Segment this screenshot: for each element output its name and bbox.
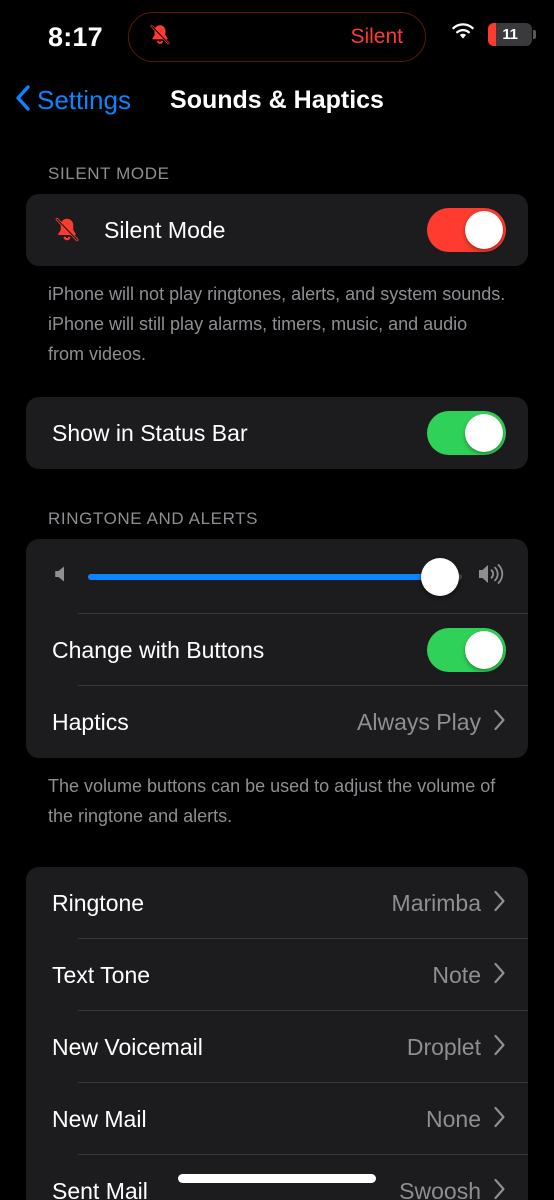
footer-silent-mode: iPhone will not play ringtones, alerts, … <box>48 279 506 369</box>
row-value-group: Swoosh <box>399 1178 506 1200</box>
page-title: Sounds & Haptics <box>0 76 554 124</box>
battery-indicator: 11 <box>488 23 532 46</box>
row-value-group: Marimba <box>392 890 506 917</box>
section-header-silent-mode: SILENT MODE <box>48 164 554 184</box>
row-value: Swoosh <box>399 1178 481 1200</box>
toggle-silent-mode[interactable] <box>427 208 506 252</box>
row-value-group: None <box>426 1106 506 1133</box>
row-value: None <box>426 1106 481 1133</box>
toggle-knob <box>465 414 503 452</box>
row-change-with-buttons[interactable]: Change with Buttons <box>26 614 528 686</box>
row-label-silent-mode: Silent Mode <box>104 217 427 244</box>
bell-slash-icon <box>52 215 104 245</box>
section-header-ringtone-alerts: RINGTONE AND ALERTS <box>48 509 554 529</box>
battery-low-fill <box>488 23 496 46</box>
row-label: New Mail <box>52 1106 426 1133</box>
row-sound-new-voicemail[interactable]: New VoicemailDroplet <box>26 1011 528 1083</box>
row-value-group: Note <box>432 962 506 989</box>
status-bar: 8:17 Silent <box>0 0 554 72</box>
row-value: Droplet <box>407 1034 481 1061</box>
row-value-haptics: Always Play <box>357 709 481 736</box>
chevron-right-icon <box>493 962 506 989</box>
home-indicator <box>178 1174 376 1183</box>
ringtone-alerts-card: Change with Buttons Haptics Always Play <box>26 539 528 758</box>
volume-slider-fill <box>88 574 440 580</box>
battery-nub <box>533 30 536 39</box>
footer-ringtone-alerts: The volume buttons can be used to adjust… <box>48 771 506 831</box>
row-silent-mode[interactable]: Silent Mode <box>26 194 528 266</box>
toggle-change-with-buttons[interactable] <box>427 628 506 672</box>
row-label-change-with-buttons: Change with Buttons <box>52 637 427 664</box>
row-label: Ringtone <box>52 890 392 917</box>
row-value-group: Always Play <box>357 709 506 736</box>
row-haptics[interactable]: Haptics Always Play <box>26 686 528 758</box>
status-bar-time: 8:17 <box>48 22 103 53</box>
toggle-knob <box>465 631 503 669</box>
volume-slider-track[interactable] <box>88 574 462 580</box>
dynamic-island-silent-indicator[interactable]: Silent <box>128 12 426 62</box>
row-label: Text Tone <box>52 962 432 989</box>
battery-percent: 11 <box>502 26 517 43</box>
chevron-right-icon <box>493 1106 506 1133</box>
toggle-knob <box>465 211 503 249</box>
row-label: New Voicemail <box>52 1034 407 1061</box>
row-sound-ringtone[interactable]: RingtoneMarimba <box>26 867 528 939</box>
row-sound-new-mail[interactable]: New MailNone <box>26 1083 528 1155</box>
toggle-show-in-status-bar[interactable] <box>427 411 506 455</box>
sounds-list-card: RingtoneMarimbaText ToneNoteNew Voicemai… <box>26 867 528 1200</box>
row-value: Note <box>432 962 481 989</box>
row-sound-text-tone[interactable]: Text ToneNote <box>26 939 528 1011</box>
chevron-right-icon <box>493 890 506 917</box>
chevron-right-icon <box>493 709 506 736</box>
volume-slider-thumb[interactable] <box>421 558 459 596</box>
row-value-group: Droplet <box>407 1034 506 1061</box>
island-status-label: Silent <box>350 25 403 49</box>
row-ringtone-volume[interactable] <box>26 539 528 614</box>
speaker-low-icon <box>52 563 74 590</box>
navigation-bar: Settings Sounds & Haptics <box>0 76 554 124</box>
wifi-icon <box>449 21 477 47</box>
row-label-show-in-status-bar: Show in Status Bar <box>52 420 427 447</box>
status-bar-indicators: 11 <box>449 21 532 47</box>
iphone-settings-screen: 8:17 Silent <box>0 0 554 1200</box>
row-show-in-status-bar[interactable]: Show in Status Bar <box>26 397 528 469</box>
chevron-right-icon <box>493 1034 506 1061</box>
row-label-haptics: Haptics <box>52 709 357 736</box>
silent-mode-card: Silent Mode <box>26 194 528 266</box>
bell-slash-icon <box>147 22 173 53</box>
chevron-right-icon <box>493 1178 506 1200</box>
settings-content: SILENT MODE Silent Mode iPhone will not … <box>0 124 554 1200</box>
row-value: Marimba <box>392 890 481 917</box>
speaker-high-icon <box>476 561 506 592</box>
show-in-status-bar-card: Show in Status Bar <box>26 397 528 469</box>
